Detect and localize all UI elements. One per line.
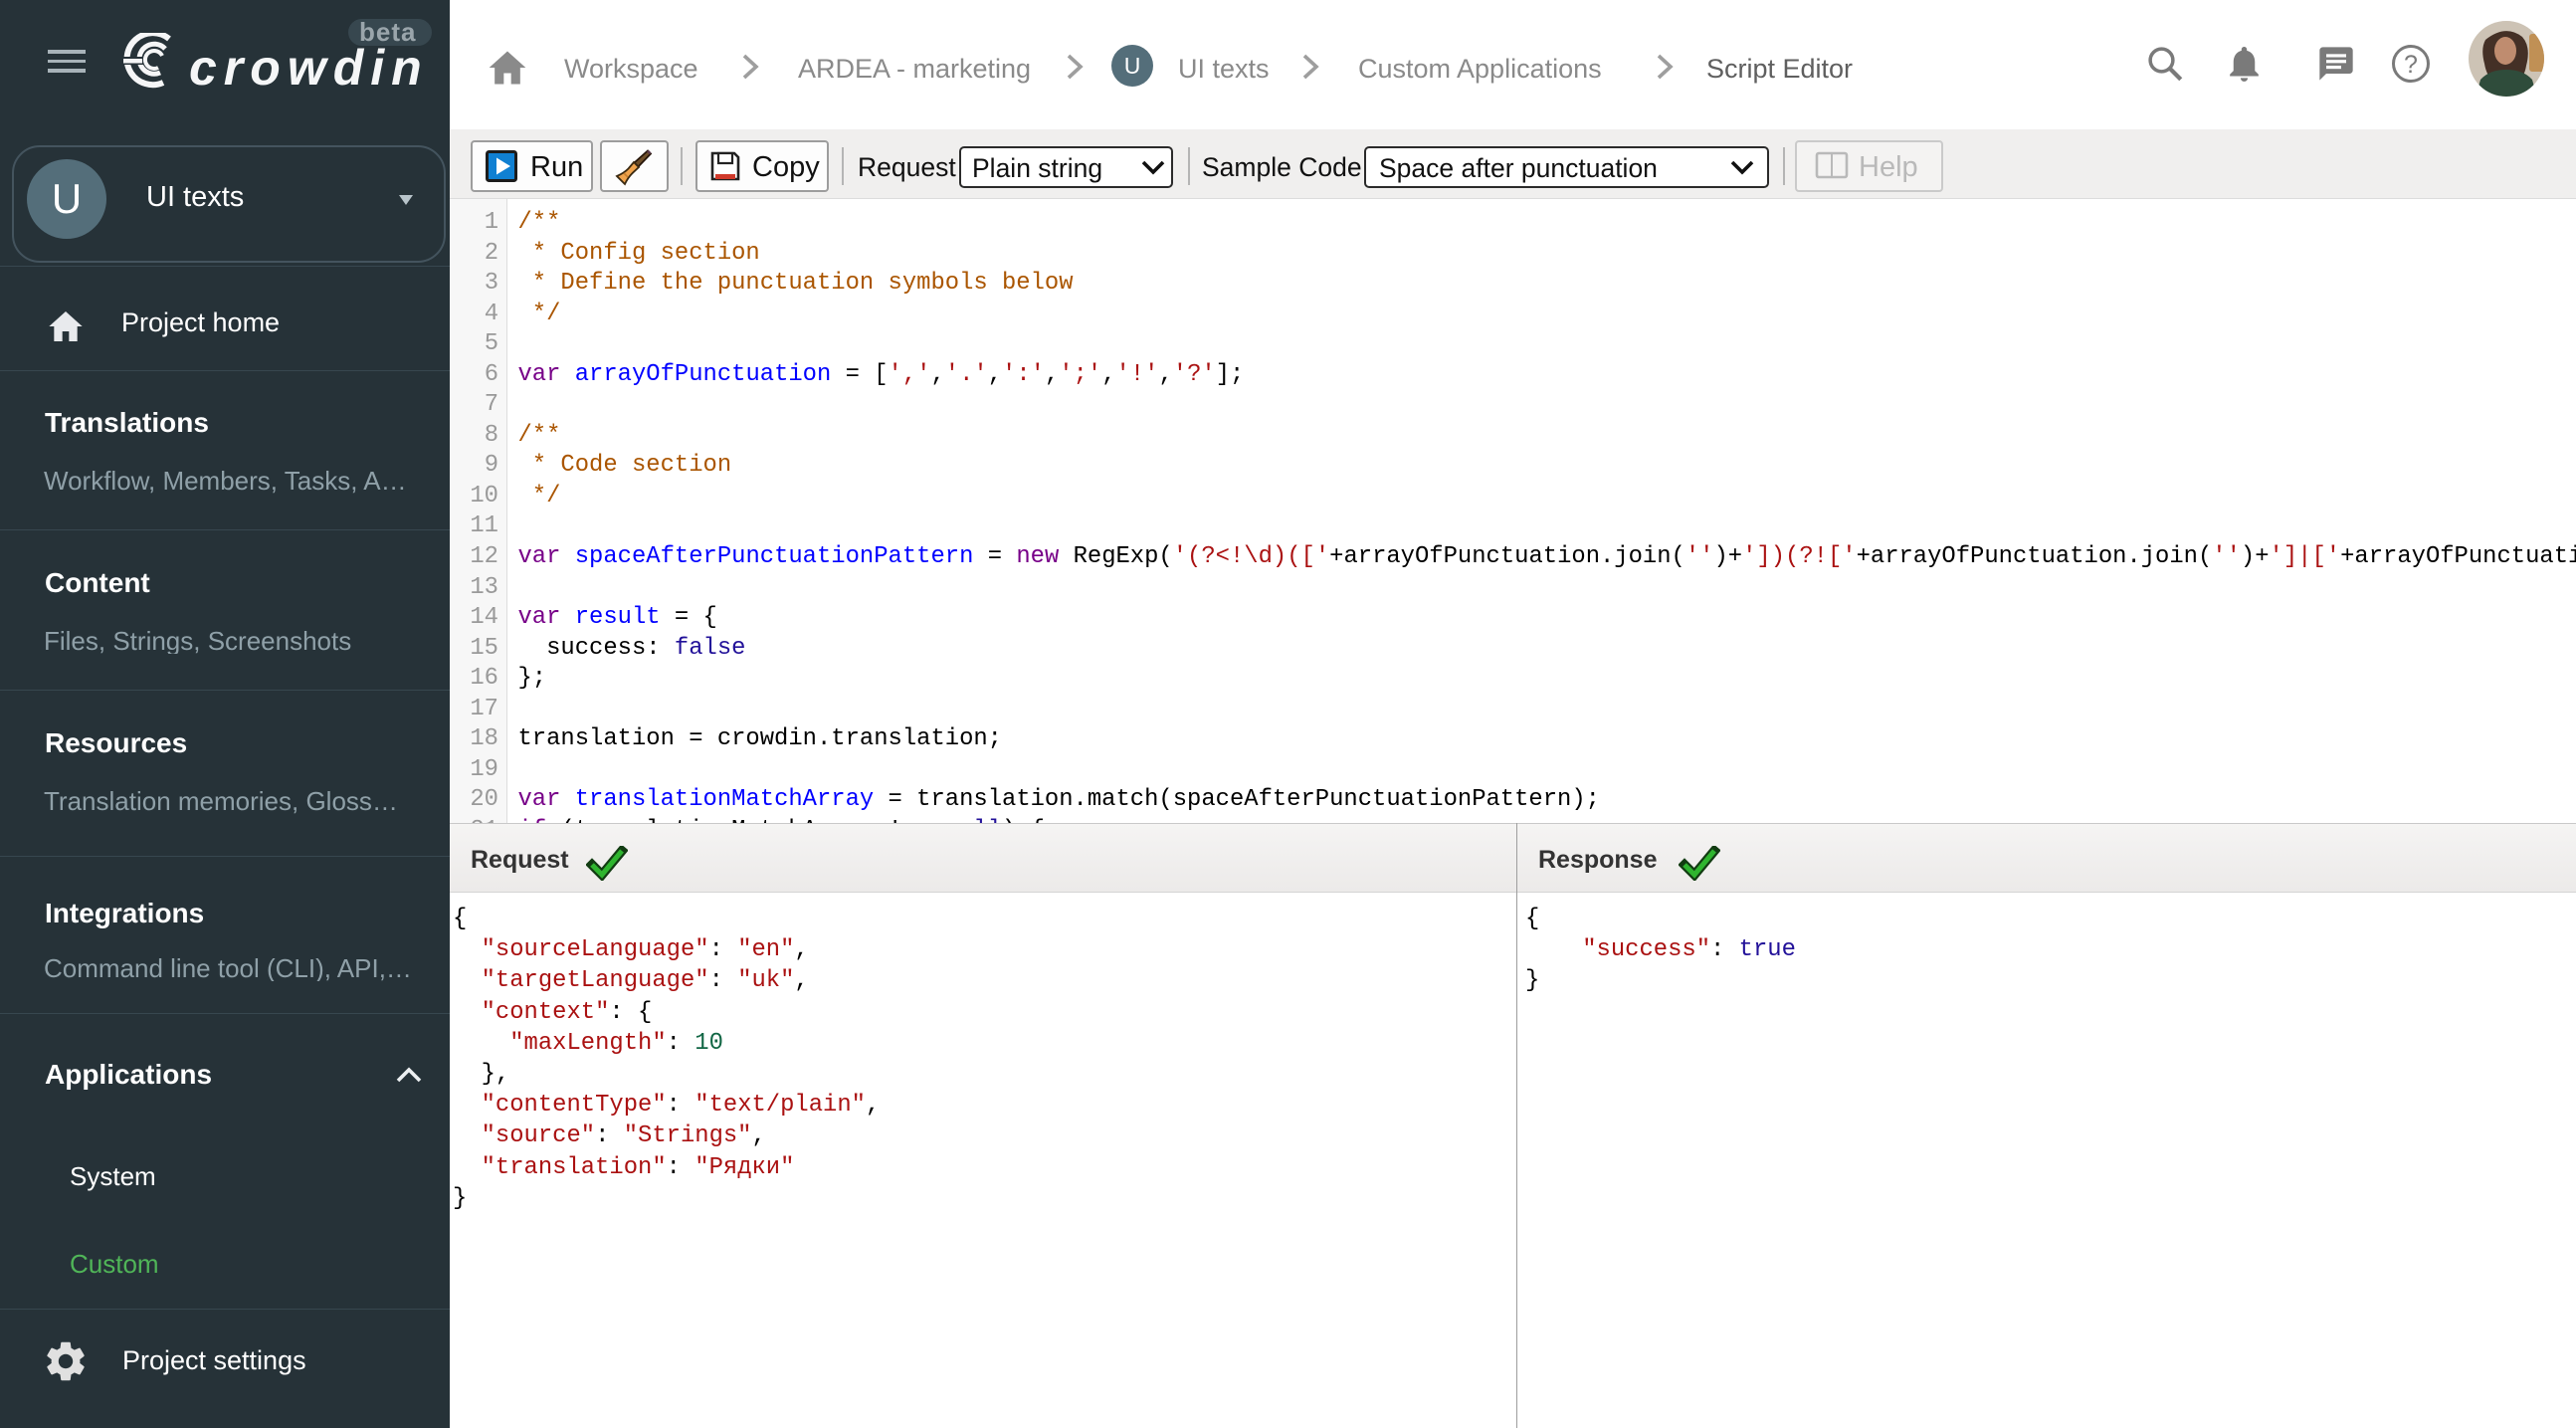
svg-text:?: ? [2404, 51, 2418, 79]
